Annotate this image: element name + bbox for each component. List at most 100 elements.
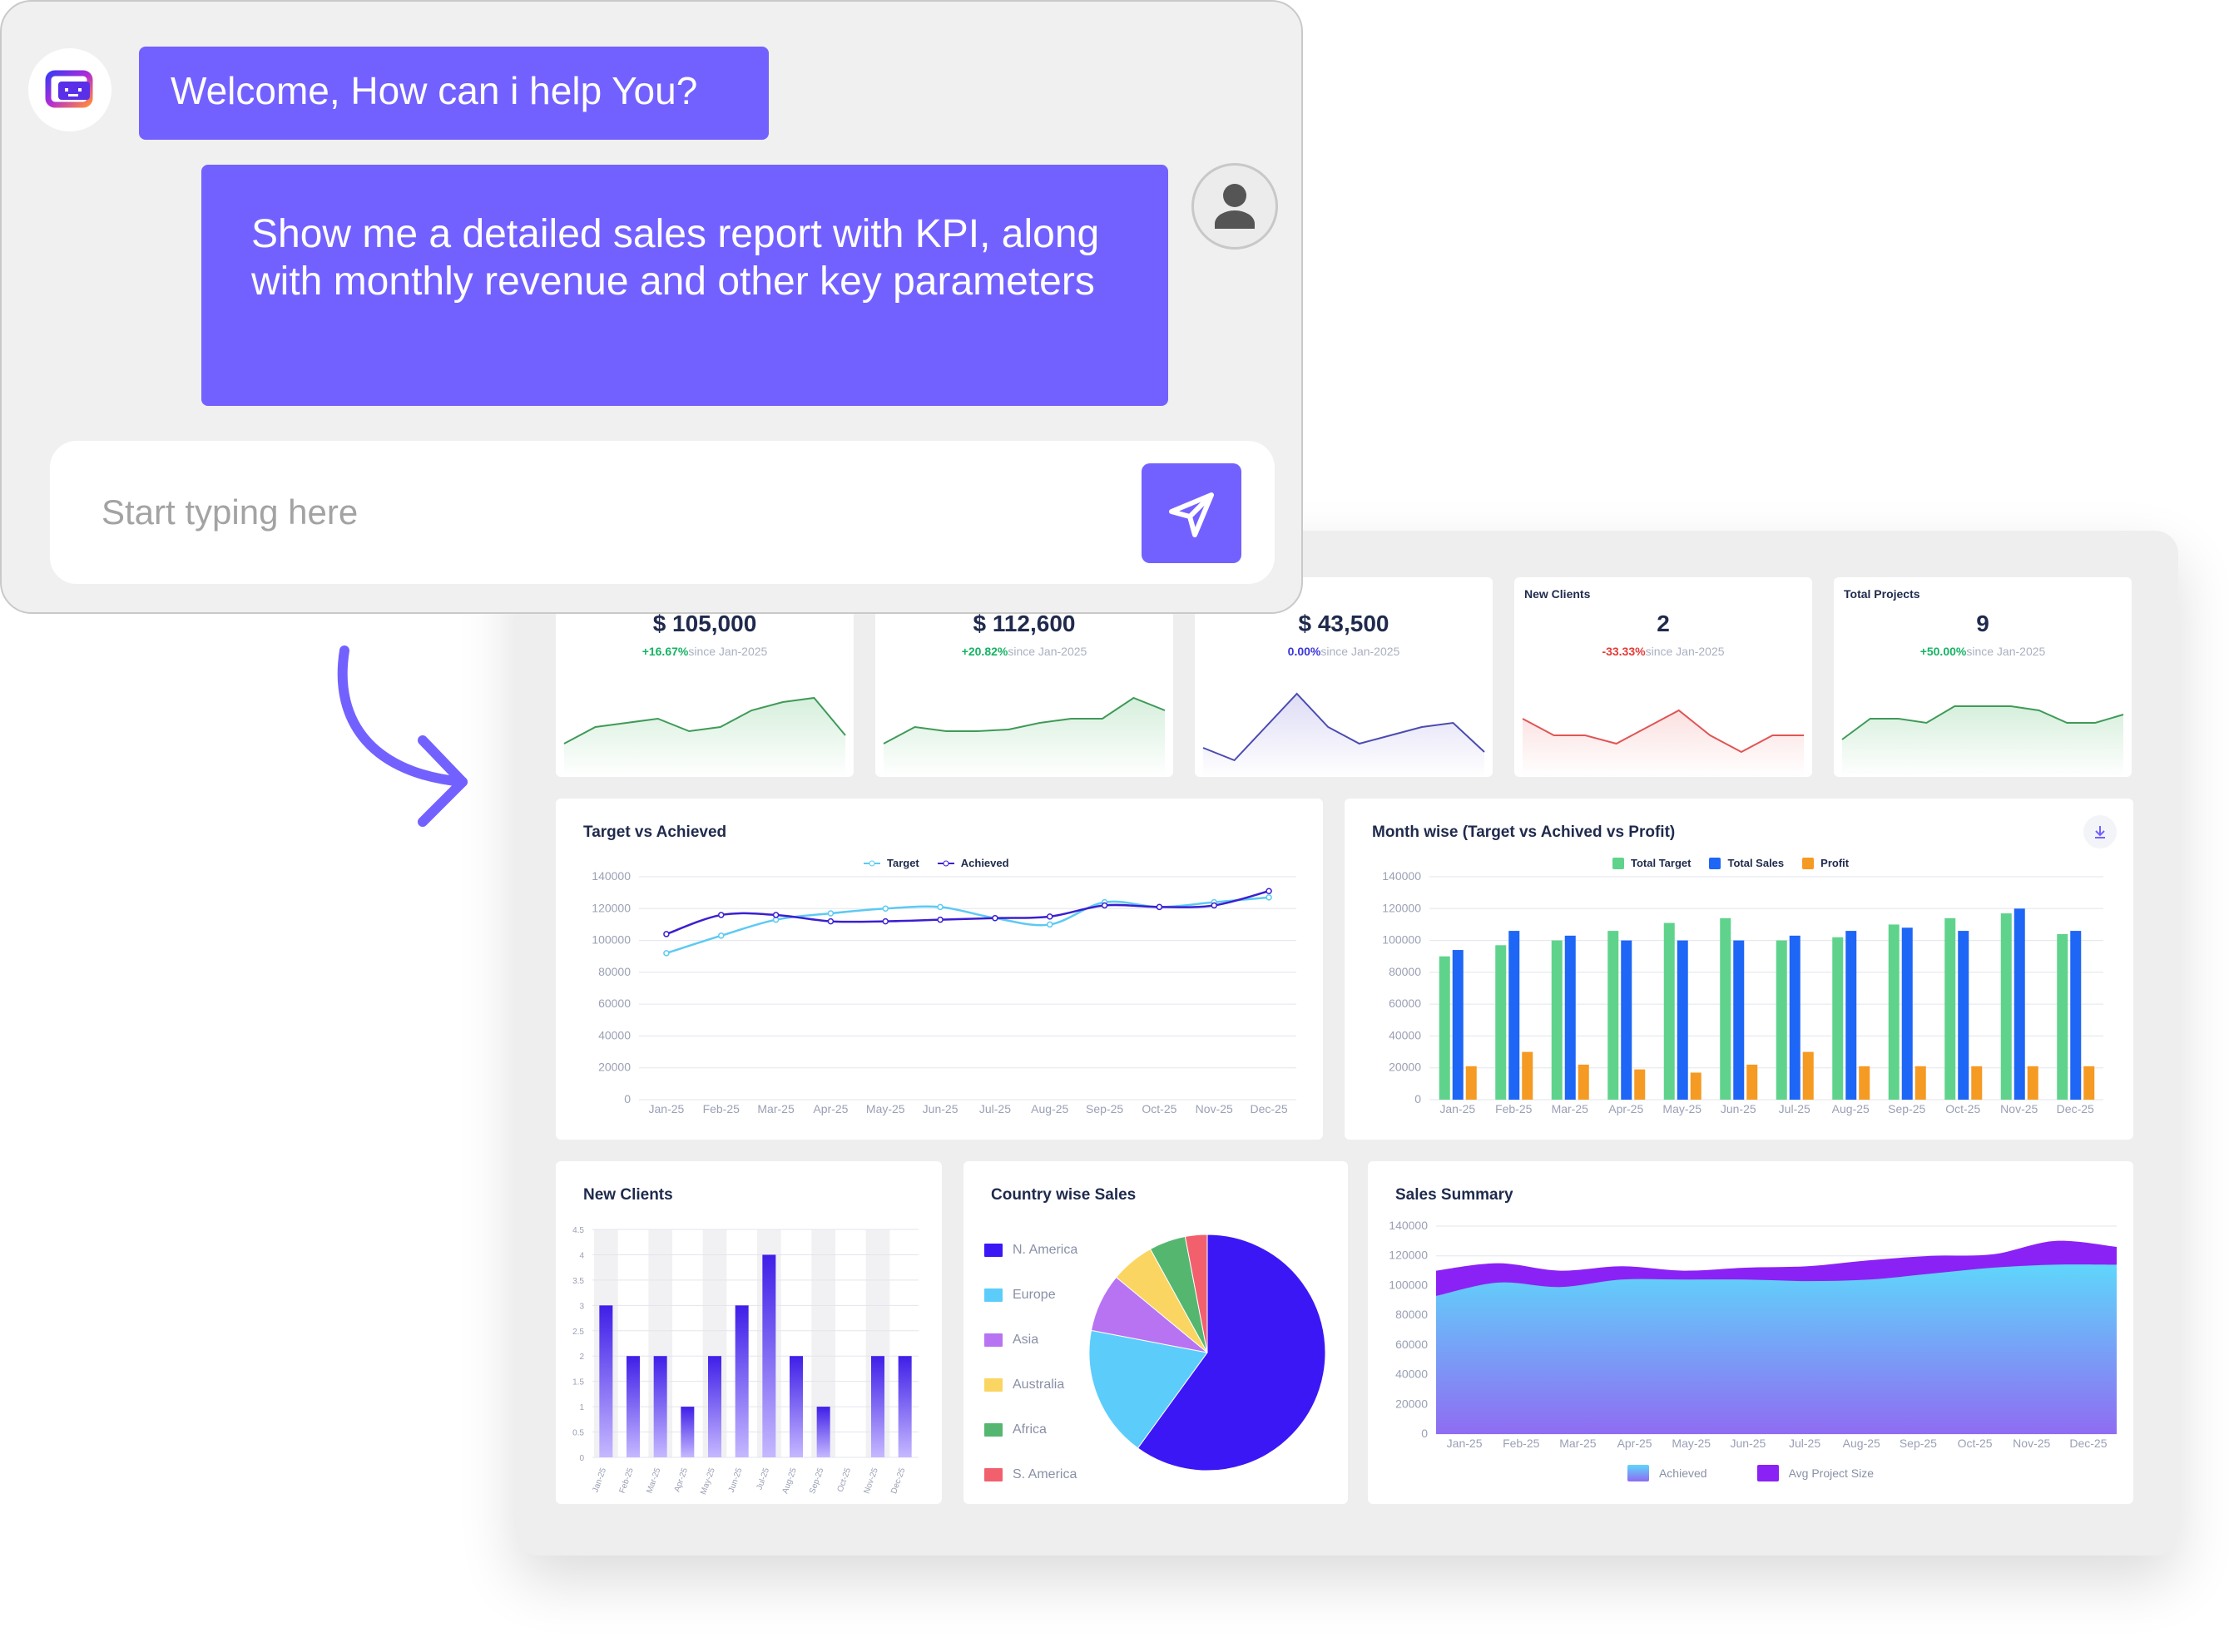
- bar: [1971, 1066, 1983, 1100]
- y-tick-label: 100000: [1382, 933, 1421, 947]
- bar: [1564, 935, 1576, 1100]
- y-tick-label: 0: [1421, 1427, 1428, 1440]
- y-tick-label: 100000: [592, 933, 631, 947]
- data-point: [937, 916, 944, 923]
- chart-legend: Achieved Avg Project Size: [1368, 1465, 2133, 1481]
- y-tick-label: 0.5: [572, 1429, 584, 1438]
- bar: [1551, 940, 1563, 1100]
- data-point: [718, 912, 725, 918]
- bar: [1746, 1064, 1758, 1100]
- bar: [898, 1356, 912, 1457]
- x-tick-label: Apr-25: [1617, 1437, 1652, 1450]
- data-point: [772, 912, 780, 918]
- series-line: [666, 896, 1270, 955]
- new-clients-card: New Clients 0 0.5 1 1.5 2 2.5 3 3.5 4 4.5 Jan-25 Fe…: [556, 1161, 942, 1504]
- bar: [681, 1407, 695, 1457]
- y-tick-label: 20000: [598, 1061, 631, 1074]
- bar: [816, 1407, 830, 1457]
- kpi-title: New Clients: [1524, 587, 1591, 601]
- dashboard-panel: Total Target$ 105,000+16.67%since Jan-20…: [516, 531, 2178, 1556]
- bot-avatar: [28, 48, 111, 131]
- x-tick-label: Jun-25: [1721, 1102, 1756, 1115]
- y-tick-label: 3: [579, 1302, 584, 1311]
- kpi-change: -33.33%since Jan-2025: [1514, 645, 1812, 658]
- sparkline-area: [564, 698, 845, 777]
- bar: [1508, 931, 1520, 1100]
- y-tick-label: 2.5: [572, 1328, 584, 1337]
- kpi-value: 2: [1657, 611, 1670, 636]
- y-tick-label: 80000: [598, 965, 631, 978]
- data-point: [937, 903, 944, 911]
- data-point: [663, 950, 670, 957]
- x-tick-label: Oct-25: [836, 1467, 854, 1493]
- y-tick-label: 120000: [1389, 1249, 1428, 1262]
- legend-avg-project-size[interactable]: Avg Project Size: [1756, 1465, 1874, 1481]
- bar: [1914, 1066, 1926, 1100]
- bar: [2083, 1066, 2095, 1100]
- legend-swatch: [1756, 1465, 1779, 1481]
- kpi-change-percent: -33.33%: [1602, 645, 1646, 658]
- bar: [1720, 918, 1731, 1100]
- y-tick-label: 1: [579, 1403, 584, 1412]
- sparkline-chart: [1202, 692, 1485, 777]
- bar: [1634, 1069, 1646, 1100]
- kpi-change: 0.00%since Jan-2025: [1195, 645, 1493, 658]
- y-tick-label: 80000: [1389, 965, 1421, 978]
- data-point: [1156, 903, 1163, 911]
- x-tick-label: Nov-25: [862, 1467, 880, 1495]
- x-tick-label: May-25: [866, 1102, 905, 1115]
- x-tick-label: Sep-25: [808, 1467, 826, 1495]
- y-tick-label: 140000: [1389, 1219, 1428, 1232]
- y-tick-label: 2: [579, 1353, 584, 1362]
- bar: [1944, 918, 1956, 1100]
- bar-chart: 0 20000 40000 60000 80000 100000 120000 140000 J…: [1382, 869, 2103, 1115]
- bar: [1452, 950, 1464, 1100]
- kpi-since-label: since Jan-2025: [1966, 645, 2046, 658]
- x-tick-label: Apr-25: [673, 1467, 691, 1493]
- area-achieved: [1436, 1264, 2117, 1434]
- message-input[interactable]: [102, 482, 1100, 542]
- line-chart: 0 20000 40000 60000 80000 100000 120000 140000 J…: [592, 869, 1296, 1115]
- legend-label: Achieved: [1658, 1467, 1707, 1480]
- x-tick-label: Jun-25: [923, 1102, 958, 1115]
- bar: [1495, 945, 1507, 1100]
- y-tick-label: 0: [624, 1092, 631, 1105]
- x-tick-label: Oct-25: [1142, 1102, 1176, 1115]
- x-tick-label: Dec-25: [889, 1467, 908, 1495]
- sparkline-area: [884, 698, 1165, 777]
- x-tick-label: Jun-25: [727, 1467, 745, 1494]
- x-tick-label: Sep-25: [1888, 1102, 1925, 1115]
- bar-chart: 0 0.5 1 1.5 2 2.5 3 3.5 4 4.5 Jan-25 Feb-25 Mar-25 Ap…: [572, 1226, 919, 1496]
- kpi-value: $ 105,000: [652, 611, 757, 636]
- x-tick-label: May-25: [699, 1467, 717, 1496]
- data-point: [1101, 902, 1108, 909]
- kpi-change-percent: 0.00%: [1287, 645, 1321, 658]
- bar: [2014, 908, 2025, 1100]
- kpi-since-label: since Jan-2025: [1008, 645, 1087, 658]
- kpi-card: Total Projects 9 +50.00%since Jan-2025: [1834, 577, 2132, 777]
- sparkline-area: [1842, 706, 2123, 777]
- sparkline-chart: [1841, 705, 2124, 777]
- y-tick-label: 40000: [1395, 1368, 1428, 1381]
- kpi-change: +20.82%since Jan-2025: [875, 645, 1173, 658]
- data-point: [1211, 902, 1217, 909]
- bar: [1677, 940, 1688, 1100]
- y-tick-label: 3.5: [572, 1277, 584, 1286]
- bar: [1690, 1072, 1701, 1100]
- target-vs-achieved-card: Target vs Achieved Target Achieved 0 2000…: [556, 799, 1323, 1140]
- sparkline-area: [1523, 710, 1804, 777]
- bar: [1776, 940, 1787, 1100]
- y-tick-label: 60000: [1389, 997, 1421, 1010]
- bar: [1789, 935, 1801, 1100]
- data-point: [882, 918, 889, 925]
- y-tick-label: 40000: [1389, 1028, 1421, 1041]
- legend-achieved[interactable]: Achieved: [1627, 1465, 1707, 1481]
- x-tick-label: Mar-25: [645, 1467, 662, 1495]
- y-tick-label: 0: [579, 1454, 584, 1463]
- bar: [1832, 937, 1844, 1100]
- x-tick-label: Jul-25: [1779, 1102, 1810, 1115]
- user-message: Show me a detailed sales report with KPI…: [201, 165, 1168, 406]
- x-tick-label: Nov-25: [2000, 1102, 2038, 1115]
- send-button[interactable]: [1142, 463, 1241, 563]
- data-point: [1266, 888, 1272, 894]
